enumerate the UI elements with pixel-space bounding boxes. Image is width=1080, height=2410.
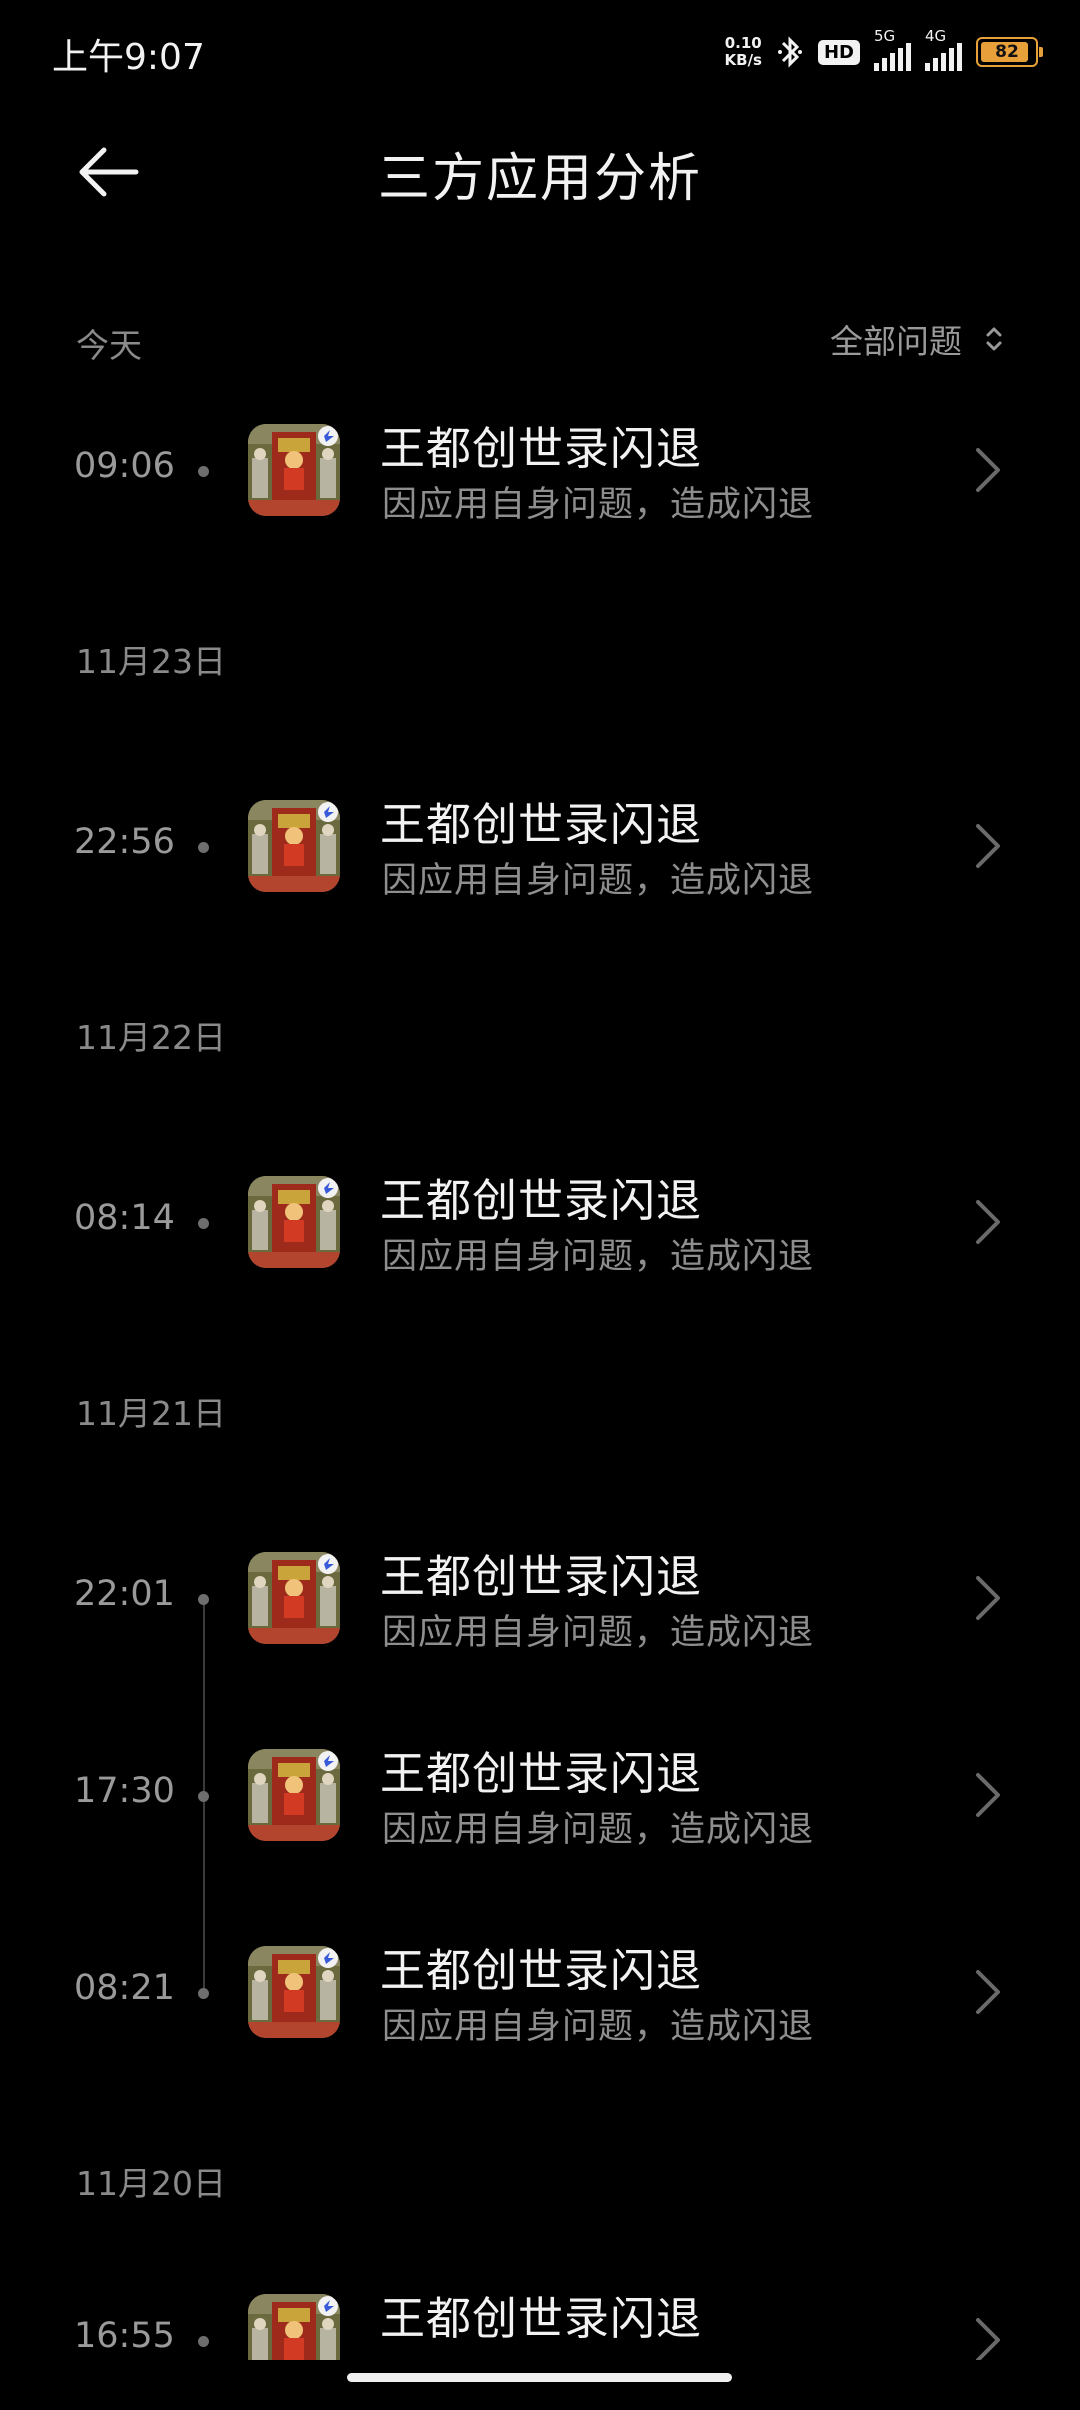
date-header: 11月20日 — [76, 2164, 226, 2203]
timeline-dot — [198, 1218, 209, 1229]
chevron-right-icon — [976, 448, 1000, 492]
app-icon — [248, 424, 340, 516]
network-speed-value: 0.10 — [724, 34, 762, 52]
chevron-right-icon — [976, 1200, 1000, 1244]
battery-icon: 82 — [976, 37, 1043, 67]
chevron-right-icon — [976, 824, 1000, 868]
crash-time: 17:30 — [74, 1771, 175, 1811]
today-label: 今天 — [76, 326, 142, 365]
crash-time: 08:14 — [74, 1198, 175, 1238]
date-header: 11月23日 — [76, 642, 226, 681]
home-indicator[interactable] — [347, 2373, 732, 2382]
crash-record-item[interactable]: 17:30 王都创世录闪退 因应用自身问题，造成闪退 — [0, 1725, 1080, 1865]
date-header: 11月21日 — [76, 1394, 226, 1433]
app-icon — [248, 1176, 340, 1268]
app-icon — [248, 800, 340, 892]
status-bar: 上午9:07 0.10 KB/s HD 5G 4G 82 — [0, 0, 1080, 110]
crash-reason: 因应用自身问题，造成闪退 — [382, 1237, 815, 1277]
battery-level: 82 — [995, 42, 1019, 62]
crash-record-item[interactable]: 22:01 王都创世录闪退 因应用自身问题，造成闪退 — [0, 1528, 1080, 1668]
app-crash-title: 王都创世录闪退 — [380, 422, 703, 475]
chevron-right-icon — [976, 1970, 1000, 2014]
crash-record-item[interactable]: 09:06 王都创世录闪退 因应用自身问题，造成闪退 — [0, 400, 1080, 540]
crash-time: 22:01 — [74, 1574, 175, 1614]
timeline-dot — [198, 466, 209, 477]
sim1-network-label: 5G — [874, 27, 896, 45]
signal-icon: 5G — [874, 27, 911, 71]
timeline-dot — [198, 2336, 209, 2347]
chevron-right-icon — [976, 1576, 1000, 1620]
signal-icon-sim2: 4G — [925, 27, 962, 71]
crash-time: 09:06 — [74, 446, 175, 486]
status-time: 上午9:07 — [52, 37, 205, 78]
crash-time: 08:21 — [74, 1968, 175, 2008]
chevron-right-icon — [976, 1773, 1000, 1817]
network-speed: 0.10 KB/s — [725, 35, 762, 69]
chevron-right-icon — [976, 2318, 1000, 2362]
hd-voice-icon: HD — [817, 39, 860, 65]
date-header: 11月22日 — [76, 1018, 226, 1057]
timeline-dot — [198, 1594, 209, 1605]
app-crash-title: 王都创世录闪退 — [380, 798, 703, 851]
problem-filter-dropdown[interactable]: 全部问题 — [830, 315, 1004, 363]
app-icon — [248, 1749, 340, 1841]
crash-reason: 因应用自身问题，造成闪退 — [382, 485, 815, 525]
crash-reason: 因应用自身问题，造成闪退 — [382, 861, 815, 901]
crash-reason: 因应用自身问题，造成闪退 — [382, 2007, 815, 2047]
app-crash-title: 王都创世录闪退 — [380, 1550, 703, 1603]
crash-reason: 因应用自身问题，造成闪退 — [382, 1613, 815, 1653]
top-app-bar: 三方应用分析 — [0, 120, 1080, 220]
timeline-dot — [198, 1791, 209, 1802]
sort-updown-icon — [986, 327, 1002, 351]
timeline-dot — [198, 842, 209, 853]
status-icons: 0.10 KB/s HD 5G 4G 82 — [725, 27, 1043, 74]
app-crash-title: 王都创世录闪退 — [380, 1944, 703, 1997]
app-icon — [248, 1552, 340, 1644]
app-icon — [248, 1946, 340, 2038]
app-crash-title: 王都创世录闪退 — [380, 1174, 703, 1227]
bluetooth-icon — [777, 36, 802, 68]
network-speed-unit: KB/s — [724, 51, 762, 69]
timeline-dot — [198, 1988, 209, 1999]
app-crash-title: 王都创世录闪退 — [380, 1747, 703, 1800]
crash-time: 16:55 — [74, 2316, 175, 2356]
crash-record-item[interactable]: 22:56 王都创世录闪退 因应用自身问题，造成闪退 — [0, 776, 1080, 916]
page-title: 三方应用分析 — [377, 149, 702, 209]
crash-record-item[interactable]: 08:14 王都创世录闪退 因应用自身问题，造成闪退 — [0, 1152, 1080, 1292]
crash-reason: 因应用自身问题，造成闪退 — [382, 1810, 815, 1850]
crash-record-item[interactable]: 08:21 王都创世录闪退 因应用自身问题，造成闪退 — [0, 1922, 1080, 2062]
sim2-network-label: 4G — [925, 27, 947, 45]
filter-row: 今天 全部问题 — [0, 305, 1080, 375]
crash-time: 22:56 — [74, 822, 175, 862]
filter-label: 全部问题 — [830, 322, 962, 361]
app-crash-title: 王都创世录闪退 — [380, 2292, 703, 2345]
